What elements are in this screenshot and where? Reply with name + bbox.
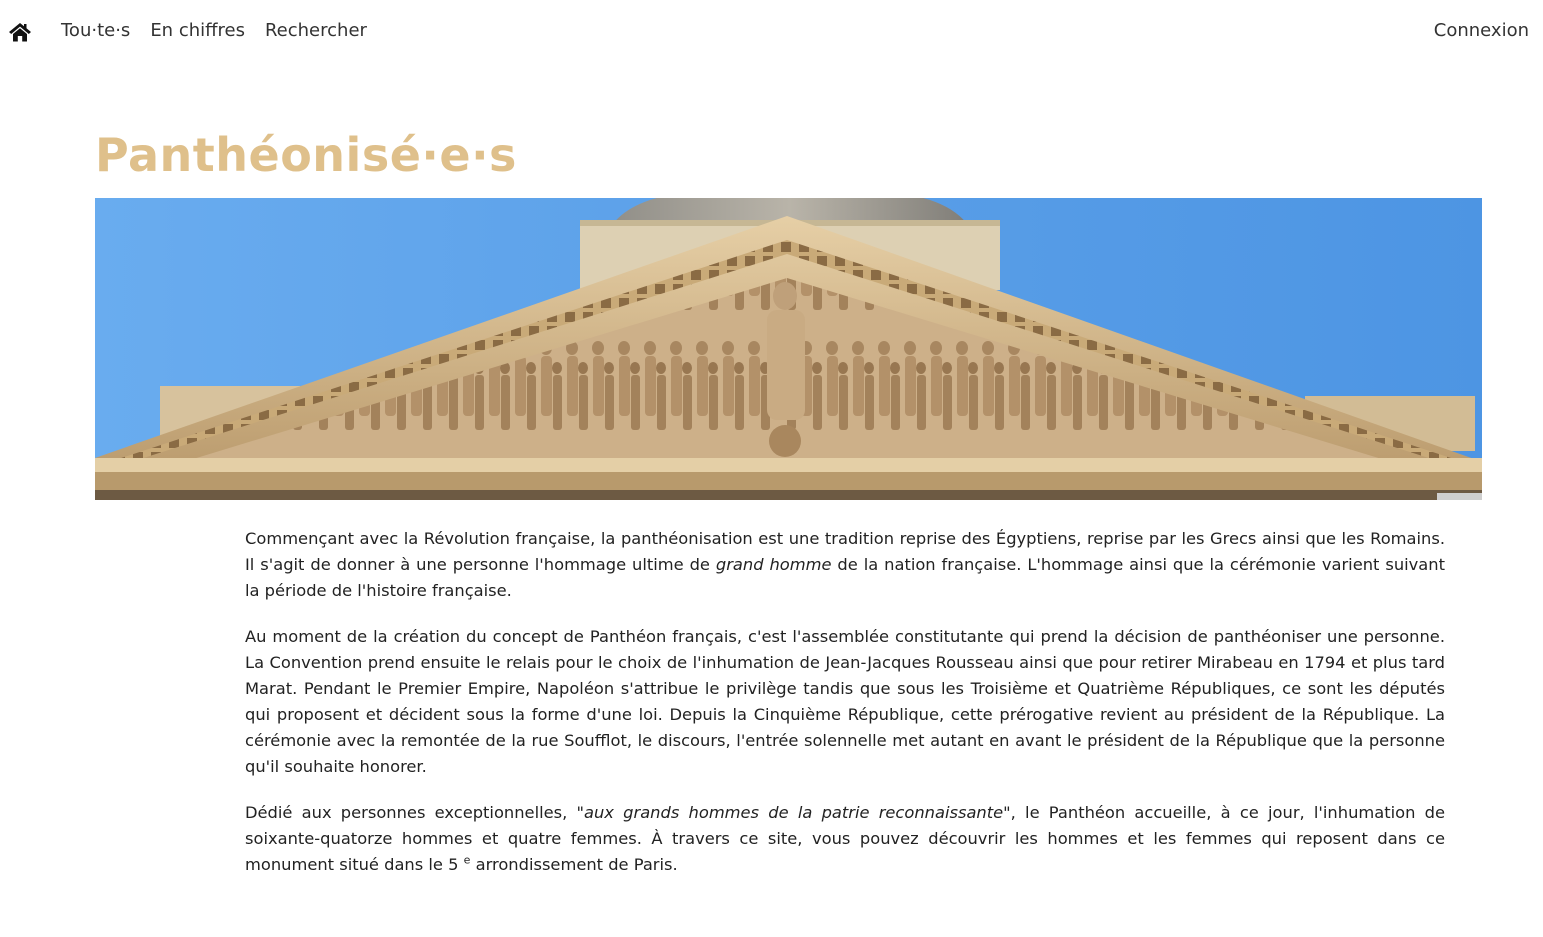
p3-text-c: arrondissement de Paris. <box>470 855 678 874</box>
nav-item-en-chiffres[interactable]: En chiffres <box>150 20 245 41</box>
hero-image <box>95 198 1482 500</box>
p3-text-a: Dédié aux personnes exceptionnelles, " <box>245 803 585 822</box>
nav-item-tou-te-s[interactable]: Tou·te·s <box>61 20 130 41</box>
paragraph-2: Au moment de la création du concept de P… <box>245 627 1445 776</box>
main-menu: Tou·te·s En chiffres Rechercher <box>61 20 367 41</box>
page-title: Panthéonisé·e·s <box>95 128 517 182</box>
paragraph-3: Dédié aux personnes exceptionnelles, "au… <box>245 800 1445 878</box>
paragraph-1: Commençant avec la Révolution française,… <box>245 526 1445 604</box>
top-navbar: Tou·te·s En chiffres Rechercher Connexio… <box>0 0 1543 68</box>
home-icon <box>9 23 31 42</box>
p3-emphasis: aux grands hommes de la patrie reconnais… <box>584 803 1004 822</box>
intro-text: Commençant avec la Révolution française,… <box>245 526 1445 898</box>
p1-emphasis: grand homme <box>715 555 832 574</box>
login-link[interactable]: Connexion <box>1434 20 1529 41</box>
home-link[interactable] <box>8 22 34 44</box>
nav-item-rechercher[interactable]: Rechercher <box>265 20 367 41</box>
pantheon-pediment-image <box>95 198 1482 500</box>
